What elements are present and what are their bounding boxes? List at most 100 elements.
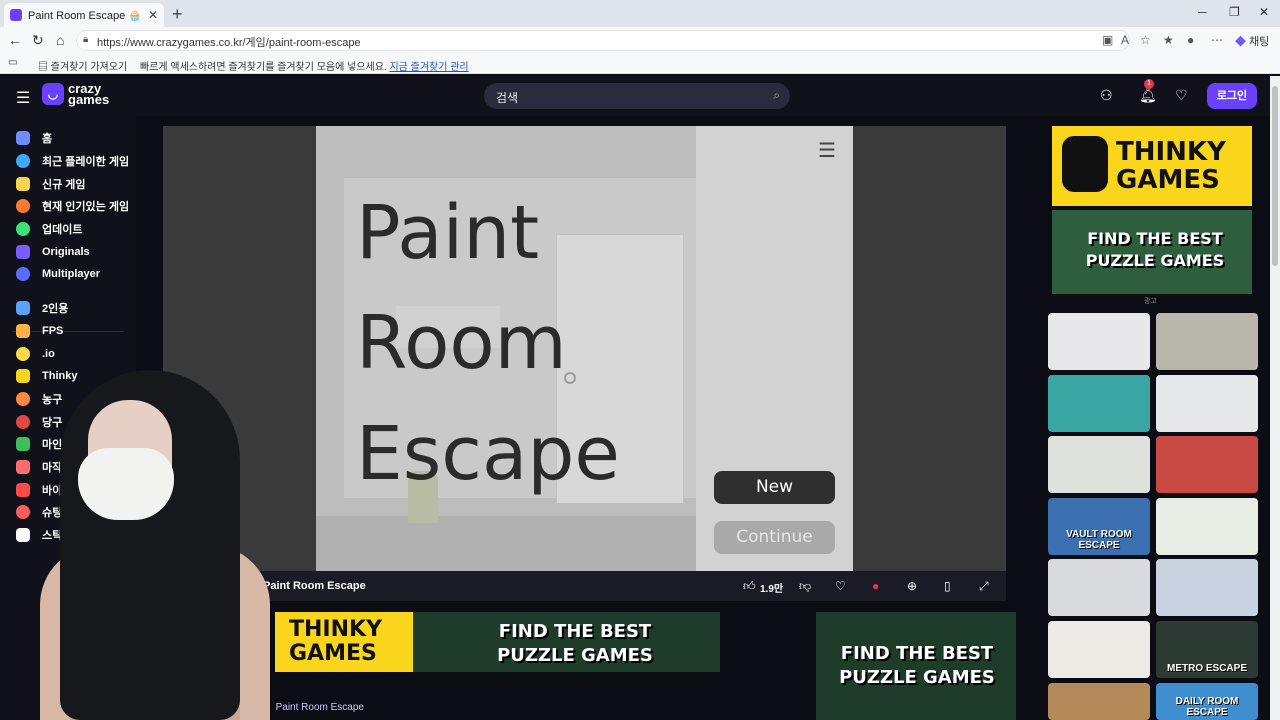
read-aloud-icon[interactable]: A [1121, 33, 1129, 47]
login-button[interactable]: 로그인 [1207, 83, 1257, 109]
reading-list-icon[interactable]: ▭ [8, 57, 17, 68]
side-banner-headline: FIND THE BEST PUZZLE GAMES [832, 642, 1002, 690]
sidebar-item-fps[interactable]: FPS [16, 323, 63, 339]
site-info-icon[interactable]: 🔒︎ [83, 34, 88, 45]
sidebar-item-trending[interactable]: 현재 인기있는 게임 [16, 198, 129, 214]
new-game-button[interactable]: New [714, 471, 835, 504]
manage-favorites-link[interactable]: 지금 즐겨찾기 관리 [389, 62, 468, 73]
sidebar-item-io[interactable]: .io [16, 346, 55, 362]
site-header: ☰ ◡ crazy games 검색 ⌕ ⚇ 🔔︎ 1 ♡ 로그인 [0, 76, 1270, 116]
clock-icon [16, 154, 30, 168]
game-thumbnail[interactable]: VAULT ROOM ESCAPE [1048, 498, 1150, 555]
puzzle-ad-line2: PUZZLE GAMES [1085, 251, 1225, 270]
sidebar-item-label: Originals [42, 246, 90, 258]
favorites-heart-icon[interactable]: ♡ [1175, 87, 1188, 104]
sidebar-item-updated[interactable]: 업데이트 [16, 221, 82, 237]
app-available-icon[interactable]: ▣ [1102, 33, 1113, 47]
search-placeholder: 검색 [496, 91, 519, 105]
sidebar-item-new[interactable]: 신규 게임 [16, 176, 86, 192]
game-thumbnail[interactable] [1156, 436, 1258, 493]
sidebar-item-recent[interactable]: 최근 플레이한 게임 [16, 153, 129, 169]
game-thumbnail[interactable] [1048, 559, 1150, 616]
thumbs-up-icon[interactable]: 👍︎ [743, 579, 756, 594]
webcam-overlay [0, 370, 310, 720]
crazygames-favicon [10, 9, 22, 21]
game-thumbnail[interactable]: DAILY ROOM ESCAPE [1156, 683, 1258, 720]
tab-close-icon[interactable]: ✕ [148, 8, 158, 22]
window-close-icon[interactable]: ✕ [1259, 5, 1269, 19]
game-thumbnail[interactable] [1048, 375, 1150, 432]
game-thumbnail[interactable] [1156, 559, 1258, 616]
search-input[interactable]: 검색 ⌕ [484, 83, 790, 109]
friends-icon[interactable]: ⚇ [1100, 87, 1113, 104]
game-thumbnail[interactable] [1156, 313, 1258, 370]
game-canvas[interactable]: Paint Room Escape ☰ New Continue [316, 126, 853, 571]
puzzle-ad-title: FIND THE BEST PUZZLE GAMES [1070, 228, 1240, 272]
fire-icon [16, 199, 30, 213]
tab-title: Paint Room Escape 🧁 CrazyGames [28, 9, 144, 22]
copilot-button[interactable]: ◆ 채팅 [1235, 33, 1269, 49]
menu-icon[interactable]: ☰ [16, 88, 30, 108]
back-icon[interactable]: ← [8, 32, 22, 48]
minimize-icon[interactable]: ─ [1198, 5, 1207, 19]
browser-tab[interactable]: Paint Room Escape 🧁 CrazyGames ✕ [4, 3, 164, 27]
share-icon[interactable]: ⊕ [907, 579, 917, 593]
url-field[interactable]: 🔒︎ https://www.crazygames.co.kr/게임/paint… [76, 30, 1130, 51]
notifications-icon[interactable]: 🔔︎ [1139, 87, 1157, 104]
room-floor [316, 516, 696, 571]
copilot-icon: ◆ [1235, 36, 1246, 48]
mobile-icon[interactable]: ▯ [944, 579, 951, 593]
report-icon[interactable]: ● [872, 579, 879, 593]
fullscreen-icon[interactable]: ⤢ [979, 579, 989, 594]
pacman-icon [16, 347, 30, 361]
game-thumbnail[interactable] [1048, 683, 1150, 720]
banner-headline-line2: PUZZLE GAMES [497, 645, 653, 666]
refresh-icon[interactable]: ↻ [32, 32, 44, 49]
new-tab-icon[interactable]: + [172, 4, 183, 25]
import-favorites-link[interactable]: ▤ 즐겨찾기 가져오기 [38, 58, 127, 73]
sidebar-item-label: 현재 인기있는 게임 [42, 201, 130, 213]
more-icon[interactable]: ⋯ [1211, 33, 1223, 47]
search-icon[interactable]: ⌕ [773, 88, 780, 103]
game-thumbnail[interactable] [1156, 375, 1258, 432]
favorites-icon[interactable]: ★ [1163, 33, 1174, 47]
crazygames-logo[interactable]: ◡ crazy games [42, 82, 109, 106]
thumbnail-label: DAILY ROOM ESCAPE [1175, 696, 1239, 718]
restore-icon[interactable]: ❐ [1229, 5, 1240, 19]
thinky-ad-line1: THINKY [1116, 137, 1226, 167]
sidebar-item-2player[interactable]: 2인용 [16, 300, 68, 316]
puzzle-games-ad[interactable]: FIND THE BEST PUZZLE GAMES [1052, 210, 1252, 294]
folder-icon: ▤ [38, 62, 48, 73]
logo-text: crazy games [68, 82, 109, 106]
favorite-star-icon[interactable]: ☆ [1140, 33, 1151, 47]
game-thumbnail[interactable] [1048, 313, 1150, 370]
continue-button[interactable]: Continue [714, 521, 835, 554]
thumbnail-label: VAULT ROOM ESCAPE [1066, 529, 1132, 551]
game-thumbnail[interactable]: METRO ESCAPE [1156, 621, 1258, 678]
thumbs-down-icon[interactable]: 👎︎ [799, 579, 811, 594]
puzzle-ad-banner[interactable]: FIND THE BEST PUZZLE GAMES [816, 612, 1016, 720]
thinky-games-ad[interactable]: THINKY GAMES [1052, 126, 1252, 206]
face-mask [78, 448, 174, 520]
game-thumbnail[interactable] [1048, 621, 1150, 678]
sidebar-item-label: .io [42, 348, 55, 360]
thinky-ad-banner[interactable]: THINKY GAMES FIND THE BEST PUZZLE GAMES [275, 612, 720, 672]
home-icon[interactable]: ⌂ [56, 32, 64, 48]
sidebar-item-multiplayer[interactable]: Multiplayer [16, 266, 100, 282]
sparkle-icon [16, 177, 30, 191]
page-scrollbar[interactable] [1270, 76, 1280, 720]
sidebar-item-originals[interactable]: Originals [16, 244, 90, 260]
banner-headline-line1: FIND THE BEST [498, 621, 652, 642]
favorites-hint-text: 빠르게 액세스하려면 즐겨찾기를 즐겨찾기 모음에 넣으세요. [140, 62, 387, 73]
favorites-bar: ▭ ▤ 즐겨찾기 가져오기 빠르게 액세스하려면 즐겨찾기를 즐겨찾기 모음에 … [0, 54, 1280, 74]
favorite-heart-icon[interactable]: ♡ [835, 579, 846, 593]
scrollbar-thumb[interactable] [1272, 86, 1278, 266]
game-thumbnail[interactable] [1048, 436, 1150, 493]
room-wall-right [696, 126, 853, 571]
url-text: https://www.crazygames.co.kr/게임/paint-ro… [97, 37, 361, 49]
game-thumbnail[interactable] [1156, 498, 1258, 555]
profile-icon[interactable]: ● [1187, 33, 1194, 47]
sidebar-item-home[interactable]: 홈 [16, 130, 52, 146]
copilot-label: 채팅 [1249, 36, 1270, 48]
game-settings-icon[interactable]: ☰ [818, 138, 836, 163]
